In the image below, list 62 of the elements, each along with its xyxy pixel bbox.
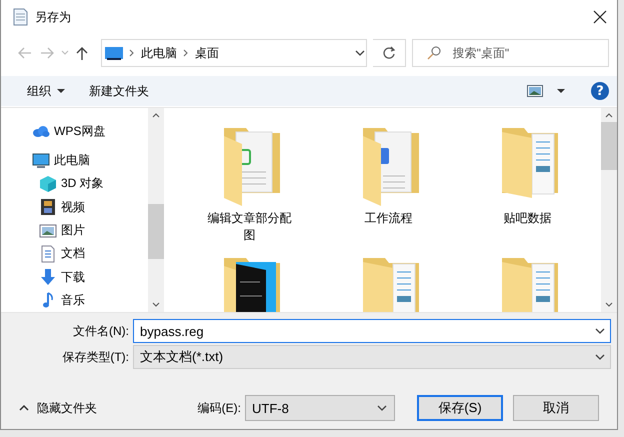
search-field[interactable]: 搜索"桌面" <box>450 45 595 61</box>
address-bar[interactable]: 此电脑 桌面 <box>101 39 367 67</box>
scroll-up-icon <box>605 112 613 118</box>
chevron-right-icon <box>183 49 189 57</box>
search-icon <box>426 46 441 60</box>
field-label: 编码(E): <box>198 400 241 416</box>
encoding-dropdown[interactable]: UTF-8 <box>245 395 395 421</box>
scroll-down-icon <box>605 302 613 308</box>
notepad-icon <box>11 7 29 27</box>
monitor-icon <box>105 46 123 60</box>
sidebar-item[interactable]: 图片 <box>1 218 85 242</box>
scroll-down-icon <box>152 302 160 308</box>
image-icon <box>39 222 57 240</box>
sidebar-item[interactable]: 此电脑 <box>1 149 90 172</box>
help-button[interactable]: ? <box>591 82 609 100</box>
sidebar-item[interactable]: WPS网盘 <box>1 120 106 144</box>
caret-icon <box>557 89 565 93</box>
breadcrumb[interactable]: 此电脑 <box>141 44 177 62</box>
sidebar-item[interactable]: 文档 <box>1 242 85 266</box>
folder-item[interactable]: 贴吧数据 <box>458 122 597 244</box>
field-label: 保存类型(T): <box>61 348 130 366</box>
folder-item[interactable]: 工作流程 <box>319 122 458 244</box>
film-icon <box>39 198 57 216</box>
save-button[interactable]: 保存(S) <box>417 395 503 421</box>
document-icon <box>39 244 57 263</box>
file-type-dropdown[interactable]: 文本文档(*.txt) <box>133 345 611 369</box>
up-arrow-icon <box>75 46 89 60</box>
close-icon <box>593 10 607 24</box>
sidebar-item[interactable]: 下载 <box>1 265 85 289</box>
forward-arrow-icon <box>39 46 55 60</box>
back-arrow-icon <box>17 46 33 60</box>
cube-icon <box>39 174 57 193</box>
recent-button[interactable] <box>61 50 69 56</box>
search-bar[interactable]: 搜索"桌面" <box>412 39 609 67</box>
new-folder-button[interactable]: 新建文件夹 <box>81 78 157 104</box>
up-button[interactable] <box>75 46 89 60</box>
caret-icon <box>61 50 69 56</box>
folder-item[interactable]: 编辑文章部分配图 <box>180 122 319 244</box>
caret-icon <box>57 89 65 93</box>
sidebar-item[interactable]: 音乐 <box>1 288 85 312</box>
forward-button[interactable] <box>39 46 55 60</box>
refresh-icon <box>382 46 396 60</box>
window-title: 另存为 <box>35 8 72 26</box>
filename-combo-box[interactable]: bypass.reg <box>133 319 611 343</box>
chevron-right-icon <box>129 49 135 57</box>
organize-menu[interactable]: 组织 <box>19 78 73 104</box>
breadcrumb[interactable]: 桌面 <box>195 44 219 62</box>
sidebar-item[interactable]: 视频 <box>1 196 85 219</box>
monitor-icon <box>32 152 50 170</box>
cancel-button[interactable]: 取消 <box>513 395 599 421</box>
back-button[interactable] <box>17 46 33 60</box>
scrollbar-thumb[interactable] <box>148 204 164 259</box>
image-icon <box>527 85 543 97</box>
hide-folders-toggle[interactable]: 隐藏文件夹 <box>19 400 97 416</box>
refresh-button[interactable] <box>372 39 406 67</box>
sidebar-item[interactable]: 3D 对象 <box>1 172 104 196</box>
chevron-up-icon <box>19 404 29 412</box>
filename-field[interactable]: bypass.reg <box>140 324 594 338</box>
field-label: 文件名(N): <box>72 322 130 340</box>
down-arrow-icon <box>39 268 57 286</box>
scrollbar-thumb[interactable] <box>601 122 617 170</box>
scroll-up-icon <box>152 112 160 118</box>
